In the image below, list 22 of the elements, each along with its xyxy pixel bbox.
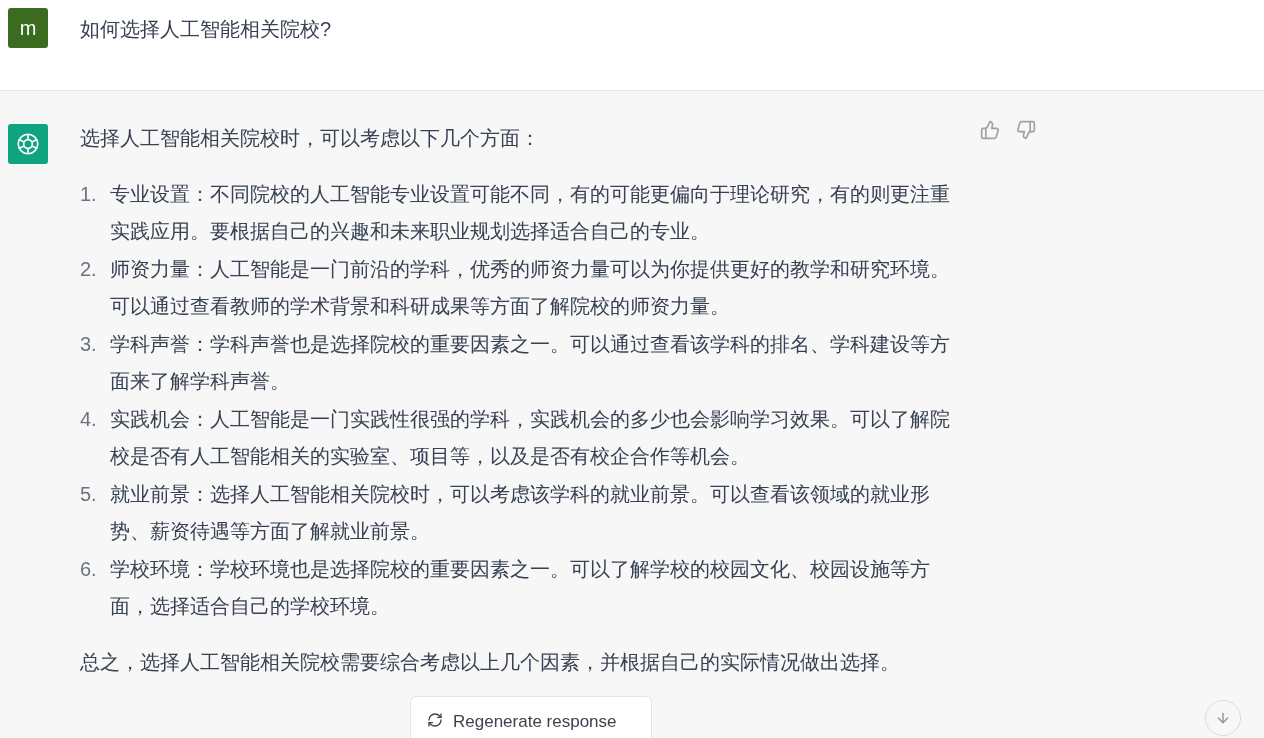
response-intro: 选择人工智能相关院校时，可以考虑以下几个方面： [80,126,541,151]
list-number: 2. [80,256,98,282]
logo-icon [15,131,41,157]
list-item-text: 学校环境：学校环境也是选择院校的重要因素之一。可以了解学校的校园文化、校园设施等方面，选择适合自己的学校环境。 [110,556,931,619]
list-number: 4. [80,406,98,432]
regenerate-button[interactable]: Regenerate response [410,696,652,738]
list-number: 1. [80,181,98,207]
list-item-text: 实践机会：人工智能是一门实践性很强的学科，实践机会的多少也会影响学习效果。可以了解院校是否有人工智能相关的实验室、项目等，以及是否有校企合作等机会。 [110,406,951,469]
scroll-down-button[interactable] [1205,700,1241,736]
refresh-icon [427,712,443,728]
list-number: 5. [80,481,98,507]
list-item-text: 就业前景：选择人工智能相关院校时，可以考虑该学科的就业前景。可以查看该领域的就业形势、薪资待遇等方面了解就业前景。 [110,481,931,544]
list-item-text: 师资力量：人工智能是一门前沿的学科，优秀的师资力量可以为你提供更好的教学和研究环境。可以通过查看教师的学术背景和科研成果等方面了解院校的师资力量。 [110,256,951,319]
thumbs-up-icon[interactable] [980,118,1000,142]
list-number: 6. [80,556,98,582]
response-conclusion: 总之，选择人工智能相关院校需要综合考虑以上几个因素，并根据自己的实际情况做出选择。 [80,649,901,675]
list-number: 3. [80,331,98,357]
thumbs-down-icon[interactable] [1016,118,1036,142]
list-item-text: 专业设置：不同院校的人工智能专业设置可能不同，有的可能更偏向于理论研究，有的则更注重实践应用。要根据自己的兴趣和未来职业规划选择适合自己的专业。 [110,181,951,244]
list-item-text: 学科声誉：学科声誉也是选择院校的重要因素之一。可以通过查看该学科的排名、学科建设等方面来了解学科声誉。 [110,331,951,394]
user-message: 如何选择人工智能相关院校? [80,17,332,42]
user-avatar: m [8,8,48,48]
